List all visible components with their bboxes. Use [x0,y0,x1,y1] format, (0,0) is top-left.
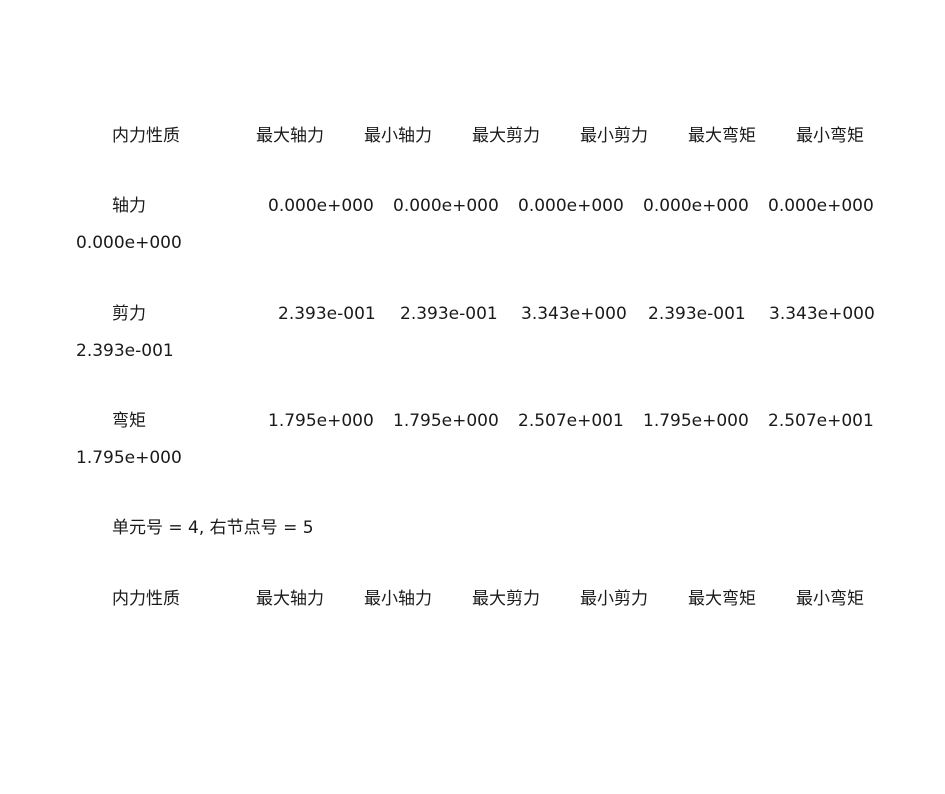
value-cell: 1.795e+000 [393,411,499,431]
value-cell: 2.393e-001 [400,304,498,324]
value-cell-wrapped: 1.795e+000 [76,448,182,468]
value-cell: 1.795e+000 [268,411,374,431]
header-min-moment: 最小弯矩 [796,126,864,146]
header-max-moment: 最大弯矩 [688,589,756,609]
header-max-shear: 最大剪力 [472,126,540,146]
header-property: 内力性质 [112,589,180,609]
header-min-shear: 最小剪力 [580,589,648,609]
value-cell: 0.000e+000 [643,196,749,216]
value-cell: 2.507e+001 [518,411,624,431]
value-cell: 0.000e+000 [518,196,624,216]
header-min-moment: 最小弯矩 [796,589,864,609]
value-cell: 3.343e+000 [769,304,875,324]
header-min-axial: 最小轴力 [364,589,432,609]
value-cell-wrapped: 2.393e-001 [76,341,174,361]
header-max-axial: 最大轴力 [256,126,324,146]
value-cell: 2.393e-001 [648,304,746,324]
element-node-info: 单元号 = 4, 右节点号 = 5 [112,518,314,538]
value-cell-wrapped: 0.000e+000 [76,233,182,253]
value-cell: 0.000e+000 [768,196,874,216]
row-label: 弯矩 [112,411,146,431]
value-cell: 3.343e+000 [521,304,627,324]
row-label: 轴力 [112,196,146,216]
value-cell: 0.000e+000 [268,196,374,216]
header-property: 内力性质 [112,126,180,146]
header-max-moment: 最大弯矩 [688,126,756,146]
header-min-axial: 最小轴力 [364,126,432,146]
value-cell: 1.795e+000 [643,411,749,431]
header-max-shear: 最大剪力 [472,589,540,609]
row-label: 剪力 [112,304,146,324]
header-min-shear: 最小剪力 [580,126,648,146]
document-page: 内力性质 最大轴力 最小轴力 最大剪力 最小剪力 最大弯矩 最小弯矩 轴力 0.… [0,0,945,794]
value-cell: 0.000e+000 [393,196,499,216]
value-cell: 2.507e+001 [768,411,874,431]
value-cell: 2.393e-001 [278,304,376,324]
header-max-axial: 最大轴力 [256,589,324,609]
